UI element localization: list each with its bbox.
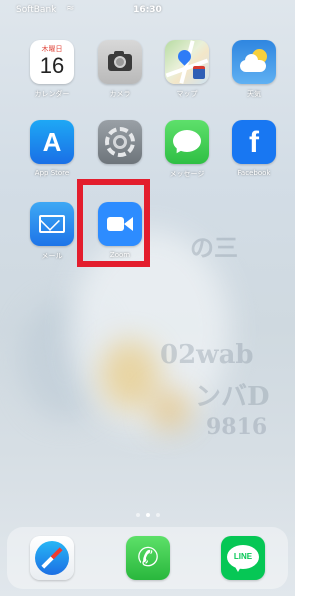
mail-icon [30, 202, 74, 246]
app-camera[interactable]: カメラ [91, 40, 149, 99]
home-screen: の三 02wab ンバD 9816 SoftBank ≈ 16:30 木曜日 1… [0, 0, 295, 596]
app-maps[interactable]: マップ [158, 40, 216, 99]
app-facebook[interactable]: f Facebook [225, 120, 283, 177]
app-label: Facebook [237, 169, 271, 177]
page-dot [155, 513, 160, 517]
app-label: App Store [34, 169, 70, 177]
wallpaper-blur [100, 340, 160, 410]
settings-gear-icon [98, 120, 142, 164]
line-icon: LINE [221, 536, 265, 580]
app-weather[interactable]: 天気 [225, 40, 283, 99]
page-indicator[interactable] [0, 513, 295, 517]
calendar-icon: 木曜日 16 [30, 40, 74, 84]
zoom-highlight-box [77, 179, 150, 267]
app-label: 天気 [247, 90, 261, 98]
page-dot-active [145, 513, 150, 517]
app-label: カレンダー [34, 90, 70, 98]
wallpaper-text: 02wab [160, 340, 254, 370]
wallpaper-blur [150, 390, 190, 430]
app-calendar[interactable]: 木曜日 16 カレンダー [23, 40, 81, 99]
facebook-icon: f [232, 120, 276, 164]
app-mail[interactable]: メール [23, 202, 81, 261]
dock: ✆ LINE [7, 527, 288, 589]
camera-icon [98, 40, 142, 84]
app-messages[interactable]: メッセージ [158, 120, 216, 179]
phone-icon: ✆ [126, 536, 170, 580]
wallpaper-text: ンバD [195, 382, 270, 412]
dock-app-phone[interactable]: ✆ [119, 536, 177, 580]
app-label: マップ [176, 90, 198, 98]
maps-icon [165, 40, 209, 84]
app-label: メール [41, 252, 63, 260]
wallpaper-text: 9816 [206, 414, 268, 440]
status-bar: SoftBank ≈ 16:30 [0, 0, 295, 22]
app-settings[interactable] [91, 120, 149, 169]
weather-icon [232, 40, 276, 84]
status-time: 16:30 [133, 5, 162, 15]
app-app-store[interactable]: A App Store [23, 120, 81, 177]
messages-icon [165, 120, 209, 164]
dock-app-safari[interactable] [23, 536, 81, 580]
app-label: カメラ [109, 90, 131, 98]
page-dot [135, 513, 140, 517]
calendar-day-number: 16 [39, 53, 65, 78]
app-label: メッセージ [169, 170, 205, 178]
safari-compass-icon [30, 536, 74, 580]
wallpaper-text: の三 [190, 233, 238, 262]
app-store-icon: A [30, 120, 74, 164]
dock-app-line[interactable]: LINE [214, 536, 272, 580]
